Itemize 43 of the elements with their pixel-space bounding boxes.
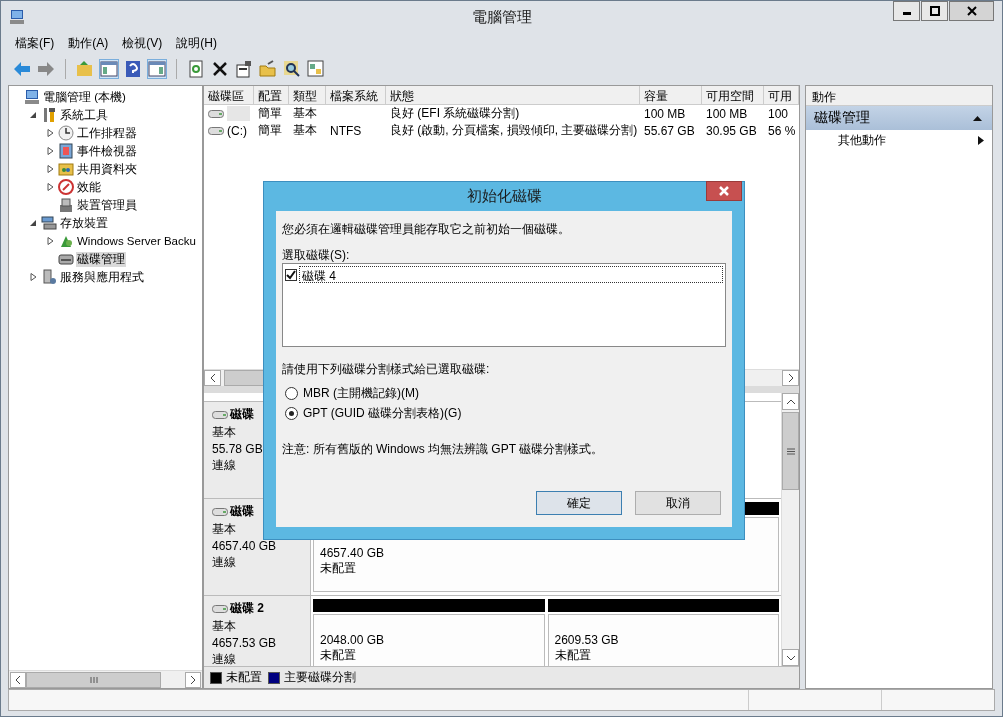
legend-label: 主要磁碟分割 [284,669,356,686]
table-cell: 30.95 GB [706,123,757,138]
table-cell: 100 MB [644,106,686,121]
table-cell: 基本 [293,105,317,122]
action-label: 其他動作 [838,131,886,149]
partition-status: 未配置 [554,647,591,664]
dialog-title: 初始化磁碟 [466,187,542,206]
list-label: 選取磁碟(S): [282,247,351,261]
table-cell: 55.67 GB [644,123,695,138]
dialog-note: 注意: 所有舊版的 Windows 均無法辨識 GPT 磁碟分割樣式。 [282,441,605,458]
table-cell: 簡單 [258,122,282,139]
table-cell: 100 [768,106,789,121]
table-cell: 良好 (啟動, 分頁檔案, 損毀傾印, 主要磁碟分割) [390,122,638,139]
style-prompt: 請使用下列磁碟分割樣式給已選取磁碟: [282,361,491,378]
partition-size: 4657.40 GB [320,546,385,560]
table-cell: 簡單 [258,105,282,122]
dialog-message: 您必須在邏輯磁碟管理員能存取它之前初始一個磁碟。 [282,221,571,238]
table-cell: NTFS [330,123,362,138]
disk-name: 磁碟 [230,406,254,423]
table-cell: 56 % [768,123,796,138]
partition-status: 未配置 [320,647,356,664]
disk-status: 連線 [212,651,236,666]
disk-name: 磁碟 2 [230,600,264,617]
partition-size: 2609.53 GB [554,633,619,647]
table-cell: 良好 (EFI 系統磁碟分割) [390,105,520,122]
partition-size: 2048.00 GB [320,633,385,647]
table-cell: 基本 [293,122,317,139]
disk-type: 基本 [212,424,236,441]
window-title: 電腦管理 [471,8,532,25]
disk-size: 55.78 GB [212,442,263,456]
section-title: 磁碟管理 [814,109,870,127]
partition-status: 未配置 [320,560,356,577]
actions-header: 動作 [806,86,992,106]
disk-status: 連線 [212,457,236,474]
disk-size: 4657.40 GB [212,539,277,553]
disk-size: 4657.53 GB [212,636,277,650]
disk-type: 基本 [212,521,236,538]
disk-name: 磁碟 [230,503,254,520]
table-cell: (C:) [227,123,247,138]
disk-status: 連線 [212,554,236,571]
disk-type: 基本 [212,618,236,635]
legend-label: 未配置 [226,669,262,686]
table-cell: 100 MB [706,106,748,121]
